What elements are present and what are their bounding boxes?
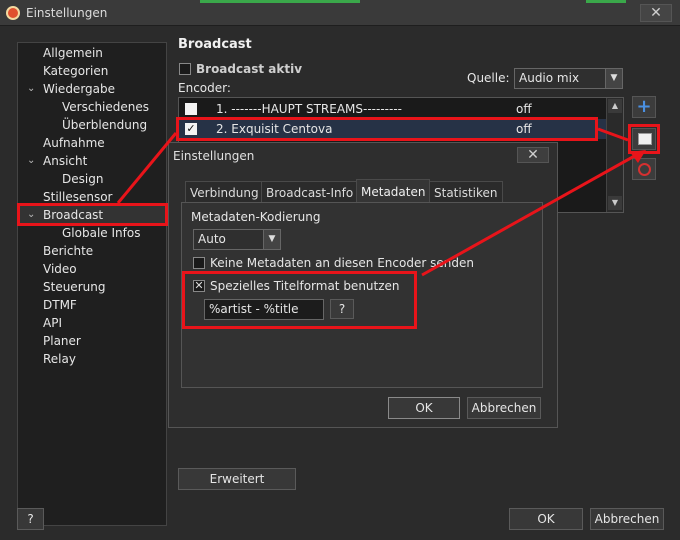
nav-item-kategorien[interactable]: Kategorien (43, 62, 108, 80)
nav-item-planer[interactable]: Planer (43, 332, 81, 350)
background-indicator (200, 0, 360, 3)
nav-item-design[interactable]: Design (62, 170, 103, 188)
no-metadata-label: Keine Metadaten an diesen Encoder senden (210, 256, 474, 270)
tab-verbindung[interactable]: Verbindung (185, 181, 264, 203)
encoder-name: 2. Exquisit Centova (216, 122, 333, 136)
encoder-settings-dialog: Einstellungen ✕ Verbindung Broadcast-Inf… (168, 142, 558, 428)
remove-circle-icon (638, 163, 651, 176)
nav-item-globale-infos[interactable]: Globale Infos (62, 224, 140, 242)
nav-item-wiedergabe[interactable]: Wiedergabe (43, 80, 115, 98)
add-encoder-button[interactable]: + (632, 96, 656, 118)
encoding-label: Metadaten-Kodierung (191, 210, 321, 224)
encoder-checkbox-checked[interactable]: ✓ (185, 123, 197, 135)
encoder-name: 1. -------HAUPT STREAMS--------- (216, 102, 402, 116)
settings-nav-tree: Allgemein Kategorien ⌄ Wiedergabe Versch… (17, 42, 167, 526)
tab-broadcast-info[interactable]: Broadcast-Info (261, 181, 359, 203)
cancel-button[interactable]: Abbrechen (590, 508, 664, 530)
title-format-value: %artist - %title (209, 302, 299, 316)
encoder-status: off (516, 122, 532, 136)
expand-caret-icon[interactable]: ⌄ (27, 84, 37, 94)
chevron-down-icon: ▼ (605, 69, 622, 88)
nav-item-api[interactable]: API (43, 314, 62, 332)
background-indicator (586, 0, 626, 3)
nav-item-aufnahme[interactable]: Aufnahme (43, 134, 105, 152)
expand-caret-icon[interactable]: ⌄ (27, 156, 37, 166)
encoder-status: off (516, 102, 532, 116)
dialog-close-button[interactable]: ✕ (517, 147, 549, 163)
nav-item-stillesensor[interactable]: Stillesensor (43, 188, 112, 206)
help-button[interactable]: ? (17, 508, 44, 530)
edit-encoder-button[interactable] (632, 128, 656, 150)
dialog-ok-button[interactable]: OK (388, 397, 460, 419)
advanced-button[interactable]: Erweitert (178, 468, 296, 490)
encoder-list-scrollbar[interactable]: ▲ ▼ (606, 98, 623, 212)
source-label: Quelle: (467, 71, 510, 85)
source-select[interactable]: Audio mix ▼ (514, 68, 623, 89)
nav-item-ansicht[interactable]: Ansicht (43, 152, 87, 170)
nav-item-broadcast[interactable]: Broadcast (43, 206, 103, 224)
dialog-cancel-button[interactable]: Abbrechen (467, 397, 541, 419)
metadaten-tab-panel: Metadaten-Kodierung Auto ▼ Keine Metadat… (181, 202, 543, 388)
no-metadata-checkbox[interactable] (193, 257, 205, 269)
encoder-checkbox[interactable] (185, 103, 197, 115)
nav-item-dtmf[interactable]: DTMF (43, 296, 77, 314)
nav-item-ueberblendung[interactable]: Überblendung (62, 116, 147, 134)
app-logo-icon (6, 6, 20, 20)
encoder-row-selected[interactable]: ✓ 2. Exquisit Centova off (179, 119, 607, 139)
window-title: Einstellungen (26, 6, 108, 20)
page-title: Broadcast (178, 37, 252, 52)
encoding-select-value: Auto (198, 232, 226, 246)
window-close-button[interactable]: ✕ (640, 4, 672, 22)
title-format-input[interactable]: %artist - %title (204, 299, 324, 320)
window-edit-icon (638, 133, 652, 145)
tab-statistiken[interactable]: Statistiken (429, 181, 503, 203)
nav-item-verschiedenes[interactable]: Verschiedenes (62, 98, 149, 116)
nav-item-berichte[interactable]: Berichte (43, 242, 93, 260)
dialog-title: Einstellungen (173, 149, 255, 163)
nav-item-steuerung[interactable]: Steuerung (43, 278, 105, 296)
title-format-help-button[interactable]: ? (330, 299, 354, 319)
expand-caret-icon[interactable]: ⌄ (27, 210, 37, 220)
encoder-row[interactable]: 1. -------HAUPT STREAMS--------- off (179, 99, 607, 119)
ok-button[interactable]: OK (509, 508, 583, 530)
tab-metadaten[interactable]: Metadaten (356, 179, 431, 203)
custom-title-checkbox[interactable]: ✕ (193, 280, 205, 292)
nav-item-video[interactable]: Video (43, 260, 77, 278)
broadcast-active-checkbox[interactable] (179, 63, 191, 75)
encoding-select[interactable]: Auto ▼ (193, 229, 281, 250)
broadcast-active-label: Broadcast aktiv (196, 62, 303, 76)
source-select-value: Audio mix (519, 71, 580, 85)
remove-encoder-button[interactable] (632, 158, 656, 180)
scroll-down-icon[interactable]: ▼ (608, 196, 622, 210)
scroll-up-icon[interactable]: ▲ (608, 99, 622, 113)
nav-item-relay[interactable]: Relay (43, 350, 76, 368)
nav-item-allgemein[interactable]: Allgemein (43, 44, 103, 62)
custom-title-label: Spezielles Titelformat benutzen (210, 279, 400, 293)
encoder-label: Encoder: (178, 81, 231, 95)
chevron-down-icon: ▼ (263, 230, 280, 249)
